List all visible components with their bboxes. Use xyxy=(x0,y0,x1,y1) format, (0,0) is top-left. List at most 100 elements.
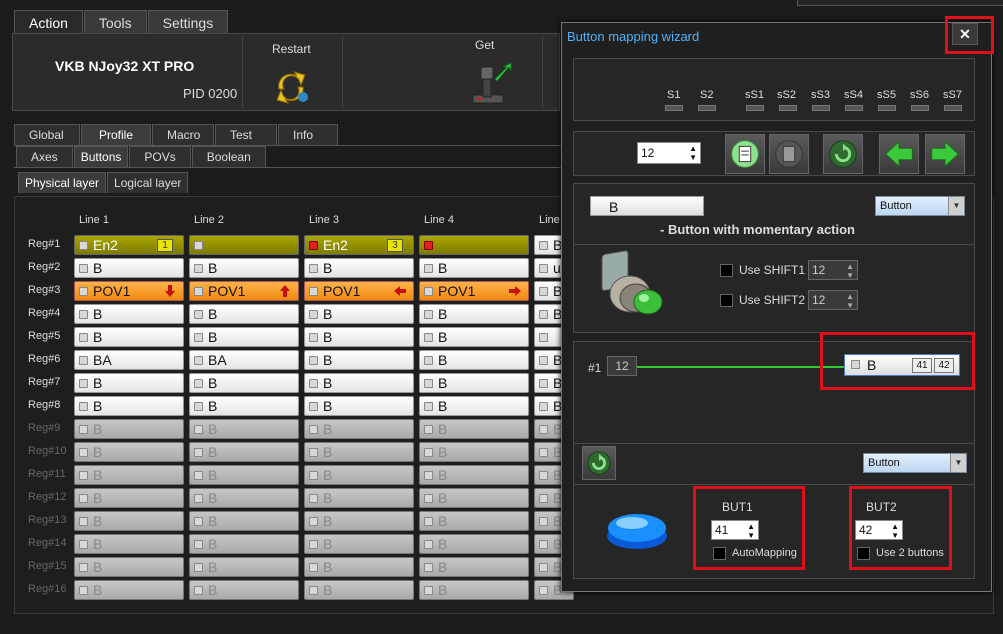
button-cell[interactable]: B xyxy=(189,258,299,278)
previous-button[interactable] xyxy=(879,134,919,174)
button-cell[interactable]: B xyxy=(189,488,299,508)
button-cell[interactable]: B xyxy=(74,304,184,324)
button-cell[interactable]: B xyxy=(419,511,529,531)
cell-indicator xyxy=(194,402,203,411)
button-cell[interactable]: B xyxy=(304,442,414,462)
button-cell[interactable]: B xyxy=(304,327,414,347)
button-cell[interactable]: B xyxy=(419,442,529,462)
spinner-arrows-icon[interactable]: ▲ ▼ xyxy=(846,262,854,280)
button-cell[interactable]: B xyxy=(419,373,529,393)
button-cell[interactable]: B xyxy=(189,304,299,324)
shift2-spinner[interactable]: 12 ▲ ▼ xyxy=(808,290,858,310)
tab-tools[interactable]: Tools xyxy=(83,10,147,34)
button-cell[interactable]: B xyxy=(304,373,414,393)
button-cell[interactable] xyxy=(419,235,529,255)
button-cell[interactable]: B xyxy=(304,258,414,278)
button-cell[interactable]: B xyxy=(304,350,414,370)
button-cell[interactable]: B xyxy=(304,511,414,531)
joystick-icon[interactable] xyxy=(469,61,515,107)
button-cell[interactable]: B xyxy=(189,465,299,485)
button-cell[interactable]: B xyxy=(74,557,184,577)
button-cell[interactable]: B xyxy=(304,396,414,416)
paste-button[interactable] xyxy=(725,134,765,174)
tab-profile[interactable]: Profile xyxy=(81,124,151,145)
chevron-down-icon[interactable]: ▼ xyxy=(948,197,964,215)
button-cell[interactable]: B xyxy=(189,396,299,416)
button-cell[interactable]: B xyxy=(74,396,184,416)
button-cell[interactable]: B xyxy=(189,419,299,439)
chevron-down-icon[interactable]: ▼ xyxy=(950,454,966,472)
tab-macro[interactable]: Macro xyxy=(152,124,214,145)
button-cell[interactable]: B xyxy=(74,580,184,600)
button-cell[interactable]: En2 3 xyxy=(304,235,414,255)
button-cell[interactable]: POV1 xyxy=(189,281,299,301)
button-cell[interactable]: B xyxy=(74,373,184,393)
button-cell[interactable]: B xyxy=(304,465,414,485)
button-cell[interactable]: B xyxy=(419,534,529,554)
tab-physical-layer[interactable]: Physical layer xyxy=(18,172,107,193)
button-cell[interactable]: B xyxy=(304,488,414,508)
button-cell[interactable]: B xyxy=(304,304,414,324)
button-cell[interactable]: B xyxy=(419,488,529,508)
tab-buttons[interactable]: Buttons xyxy=(73,146,129,167)
refresh-button[interactable] xyxy=(582,446,616,480)
tab-logical-layer[interactable]: Logical layer xyxy=(107,172,189,193)
button-cell[interactable]: B xyxy=(74,488,184,508)
button-cell[interactable]: B xyxy=(74,442,184,462)
button-cell[interactable]: B xyxy=(189,534,299,554)
button-cell[interactable]: B xyxy=(304,534,414,554)
shift1-spinner[interactable]: 12 ▲ ▼ xyxy=(808,260,858,280)
button-cell[interactable]: B xyxy=(419,350,529,370)
use-shift1-checkbox[interactable] xyxy=(720,264,733,277)
button-cell[interactable]: B xyxy=(419,396,529,416)
button-cell[interactable]: B xyxy=(419,327,529,347)
copy-button[interactable] xyxy=(769,134,809,174)
spinner-arrows-icon[interactable]: ▲ ▼ xyxy=(689,144,697,162)
refresh-button[interactable] xyxy=(823,134,863,174)
button-cell[interactable]: B xyxy=(74,258,184,278)
button-cell[interactable]: B xyxy=(189,511,299,531)
next-button[interactable] xyxy=(925,134,965,174)
restart-icon[interactable] xyxy=(271,67,311,107)
button-cell[interactable]: B xyxy=(419,258,529,278)
button-cell[interactable]: POV1 xyxy=(304,281,414,301)
tab-povs[interactable]: POVs xyxy=(129,146,191,167)
button-cell[interactable]: BA xyxy=(74,350,184,370)
button-cell[interactable]: B xyxy=(74,327,184,347)
button-number-spinner[interactable]: 12 ▲ ▼ xyxy=(637,142,701,164)
tab-test[interactable]: Test xyxy=(215,124,277,145)
spinner-arrows-icon[interactable]: ▲ ▼ xyxy=(846,292,854,310)
type-select[interactable]: Button ▼ xyxy=(875,196,965,216)
tab-boolean[interactable]: Boolean xyxy=(191,146,266,167)
button-cell[interactable]: B xyxy=(189,327,299,347)
button-cell[interactable]: B xyxy=(419,557,529,577)
button-cell[interactable]: B xyxy=(419,465,529,485)
button-cell[interactable]: B xyxy=(419,580,529,600)
button-cell[interactable]: POV1 xyxy=(419,281,529,301)
button-cell[interactable]: BA xyxy=(189,350,299,370)
button-cell[interactable]: B xyxy=(189,442,299,462)
button-cell[interactable]: B xyxy=(189,373,299,393)
button-cell[interactable]: B xyxy=(74,511,184,531)
button-cell[interactable]: B xyxy=(74,419,184,439)
button-cell[interactable]: B xyxy=(74,534,184,554)
button-cell[interactable]: B xyxy=(419,304,529,324)
mapping-value-field[interactable]: B xyxy=(590,196,704,216)
button-cell[interactable]: En2 1 xyxy=(74,235,184,255)
button-cell[interactable]: B xyxy=(304,419,414,439)
tab-action[interactable]: Action xyxy=(14,10,83,34)
button-cell[interactable]: B xyxy=(419,419,529,439)
tab-settings[interactable]: Settings xyxy=(147,10,229,34)
button-cell[interactable] xyxy=(189,235,299,255)
button-cell[interactable]: B xyxy=(74,465,184,485)
button-cell[interactable]: POV1 xyxy=(74,281,184,301)
button-cell[interactable]: B xyxy=(304,580,414,600)
use-shift2-checkbox[interactable] xyxy=(720,294,733,307)
tab-axes[interactable]: Axes xyxy=(16,146,73,167)
button-cell[interactable]: B xyxy=(189,580,299,600)
button-cell[interactable]: B xyxy=(304,557,414,577)
tab-global[interactable]: Global xyxy=(14,124,80,145)
button-cell[interactable]: B xyxy=(189,557,299,577)
output-type-select[interactable]: Button ▼ xyxy=(863,453,967,473)
tab-info[interactable]: Info xyxy=(278,124,338,145)
